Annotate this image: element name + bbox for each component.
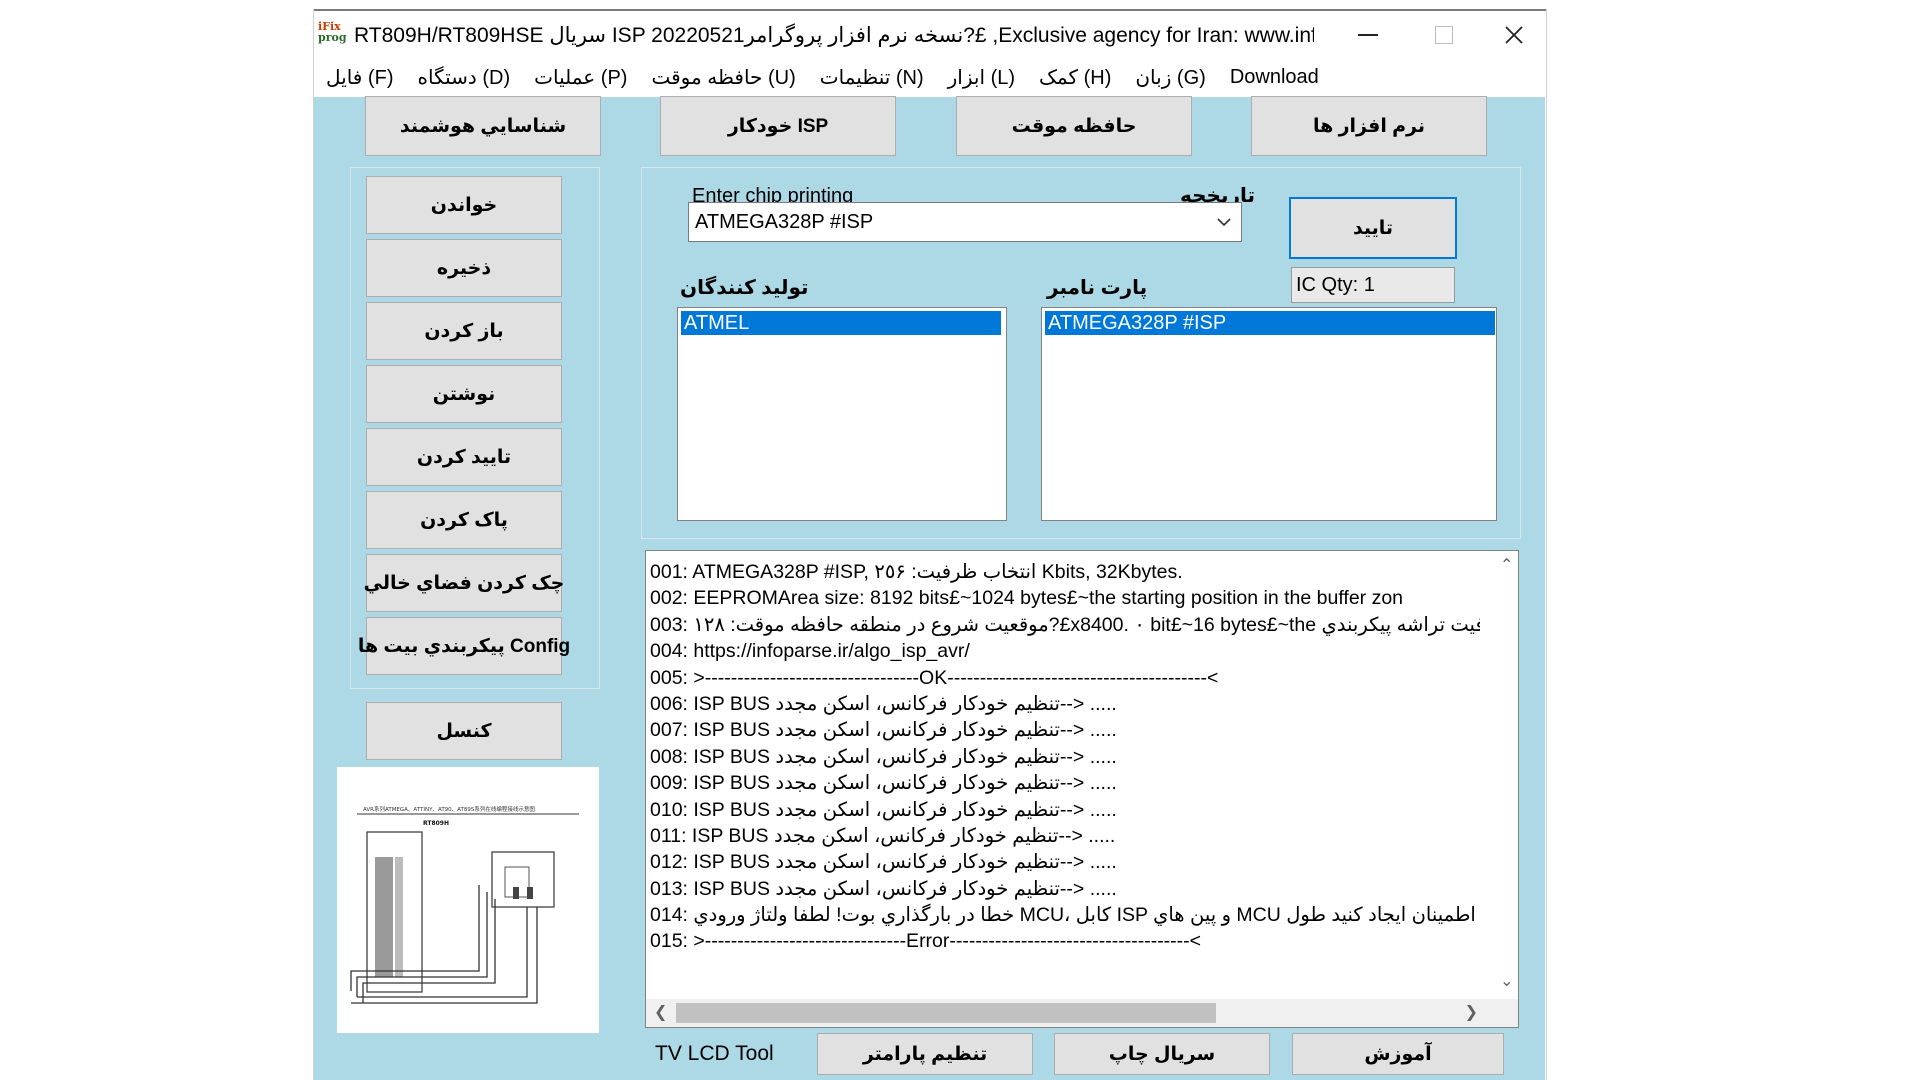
read-button[interactable]: خواندن <box>366 176 562 234</box>
menu-buffer[interactable]: (U) حافظه موقت <box>639 65 807 90</box>
pinout-diagram: AVR系列ATMEGA、ATTINY、AT90、AT89S系列在线编程接线示意图… <box>337 767 599 1033</box>
save-button[interactable]: ذخيره <box>366 239 562 297</box>
buffer-button[interactable]: حافظه موقت <box>956 96 1192 156</box>
chip-combo-value: ATMEGA328P #ISP <box>695 211 874 233</box>
log-line: 015: >-------------------------------Err… <box>650 930 1202 953</box>
log-line: 006: ISP BUS تنظيم خودکار فرکانس، اسکن م… <box>650 692 1117 715</box>
write-button[interactable]: نوشتن <box>366 365 562 423</box>
window-title: RT809H/RT809HSE سريال ISP 20220521نسخه ن… <box>354 24 1314 47</box>
close-icon <box>1505 26 1523 44</box>
scrollbar-thumb[interactable] <box>676 1003 1216 1023</box>
confirm-button[interactable]: تاييد <box>1289 197 1457 259</box>
log-line: 012: ISP BUS تنظيم خودکار فرکانس، اسکن م… <box>650 851 1117 874</box>
menu-settings[interactable]: (N) تنظيمات <box>808 65 936 90</box>
log-line: 002: EEPROMArea size: 8192 bits£~1024 by… <box>650 587 1404 610</box>
maximize-button[interactable] <box>1414 15 1474 55</box>
scroll-right-icon[interactable]: ❯ <box>1465 1002 1478 1022</box>
logo-text-bottom: prog <box>318 31 347 44</box>
menu-download[interactable]: Download <box>1218 66 1331 89</box>
config-bits-button[interactable]: Config پيکربندي بيت ها <box>358 617 570 675</box>
menu-tools[interactable]: (L) ابزار <box>936 65 1027 90</box>
log-line: 009: ISP BUS تنظيم خودکار فرکانس، اسکن م… <box>650 772 1117 795</box>
log-lines: 001: ATMEGA328P #ISP, ٢٥۶ :انتخاب ظرفيت … <box>650 559 1480 955</box>
manufacturer-list[interactable]: ATMEL <box>677 307 1007 521</box>
log-line: 001: ATMEGA328P #ISP, ٢٥۶ :انتخاب ظرفيت … <box>650 561 1183 583</box>
log-line: 008: ISP BUS تنظيم خودکار فرکانس، اسکن م… <box>650 745 1117 768</box>
chip-combo[interactable]: ATMEGA328P #ISP <box>688 202 1242 242</box>
minimize-icon <box>1358 34 1378 36</box>
diagram-header: AVR系列ATMEGA、ATTINY、AT90、AT89S系列在线编程接线示意图 <box>363 805 535 813</box>
log-vertical-scrollbar[interactable]: ⌃ ⌄ <box>1496 551 1518 999</box>
log-line: 004: https://infoparse.ir/algo_isp_avr/ <box>650 640 970 663</box>
log-line: 005: >---------------------------------O… <box>650 666 1219 689</box>
training-button[interactable]: آموزش <box>1292 1033 1504 1075</box>
minimize-button[interactable] <box>1338 15 1398 55</box>
menu-bar: (F) فايل (D) دستگاه (P) عمليات (U) حافظه… <box>314 57 1546 97</box>
log-line: 010: ISP BUS تنظيم خودکار فرکانس، اسکن م… <box>650 798 1117 821</box>
menu-file[interactable]: (F) فايل <box>314 65 405 90</box>
diagram-chip-label: RT809H <box>423 820 449 827</box>
manufacturers-label: توليد کنندگان <box>680 277 809 299</box>
auto-isp-button[interactable]: ISP خودكار <box>660 96 896 156</box>
menu-device[interactable]: (D) دستگاه <box>405 65 522 90</box>
log-line: 011: ISP BUS تنظيم خودکار فرکانس، اسکن م… <box>650 824 1116 847</box>
ic-qty-field[interactable]: IC Qty: 1 <box>1291 267 1455 303</box>
menu-language[interactable]: (G) زبان <box>1123 65 1217 90</box>
menu-operations[interactable]: (P) عمليات <box>522 65 639 90</box>
parameter-settings-button[interactable]: تنظيم پارامتر <box>817 1033 1033 1075</box>
verify-button[interactable]: تاييد کردن <box>366 428 562 486</box>
log-line: 014: خطا در بارگذاري بوت! لطفا ولتاژ ورو… <box>650 904 1480 927</box>
maximize-icon <box>1435 26 1453 44</box>
scroll-down-icon[interactable]: ⌄ <box>1500 971 1513 991</box>
erase-button[interactable]: پاک کردن <box>366 491 562 549</box>
cancel-button[interactable]: کنسل <box>366 702 562 760</box>
open-button[interactable]: باز کردن <box>366 302 562 360</box>
pinout-diagram-graphic: AVR系列ATMEGA、ATTINY、AT90、AT89S系列在线编程接线示意图… <box>350 805 579 1004</box>
manufacturer-list-item[interactable]: ATMEL <box>681 311 1001 335</box>
part-number-label: پارت نامبر <box>1047 277 1148 299</box>
part-number-list[interactable]: ATMEGA328P #ISP <box>1041 307 1497 521</box>
part-number-list-item[interactable]: ATMEGA328P #ISP <box>1045 311 1495 335</box>
smart-id-button[interactable]: شناسايي هوشمند <box>365 96 601 156</box>
log-line: 007: ISP BUS تنظيم خودکار فرکانس، اسکن م… <box>650 719 1117 742</box>
menu-help[interactable]: (H) کمک <box>1027 65 1123 90</box>
tv-lcd-tool-label[interactable]: TV LCD Tool <box>655 1042 774 1066</box>
chevron-down-icon <box>1217 218 1231 227</box>
scroll-left-icon[interactable]: ❮ <box>654 1002 667 1022</box>
log-line: 003: ۱۲۸ :موقعيت شروع در منطقه حافظه موق… <box>650 613 1480 636</box>
title-bar[interactable]: iFix prog RT809H/RT809HSE سريال ISP 2022… <box>314 11 1546 57</box>
scroll-up-icon[interactable]: ⌃ <box>1500 555 1513 575</box>
log-horizontal-scrollbar[interactable]: ❮ ❯ <box>646 999 1518 1027</box>
log-output[interactable]: 001: ATMEGA328P #ISP, ٢٥۶ :انتخاب ظرفيت … <box>645 550 1519 1028</box>
app-logo-icon: iFix prog <box>318 21 347 49</box>
close-button[interactable] <box>1484 15 1544 55</box>
blank-check-button[interactable]: چک کردن فضاي خالي <box>364 554 564 612</box>
software-button[interactable]: نرم افزار ها <box>1251 96 1487 156</box>
serial-print-button[interactable]: سريال چاپ <box>1054 1033 1270 1075</box>
log-line: 013: ISP BUS تنظيم خودکار فرکانس، اسکن م… <box>650 877 1117 900</box>
